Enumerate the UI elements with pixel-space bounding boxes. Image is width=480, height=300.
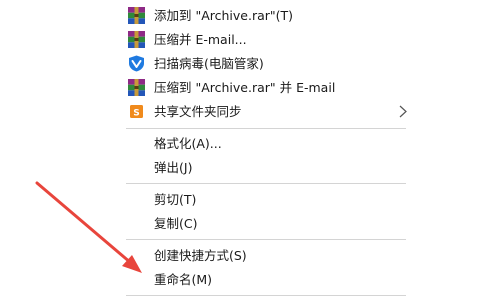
annotation-arrow-icon xyxy=(35,181,142,273)
